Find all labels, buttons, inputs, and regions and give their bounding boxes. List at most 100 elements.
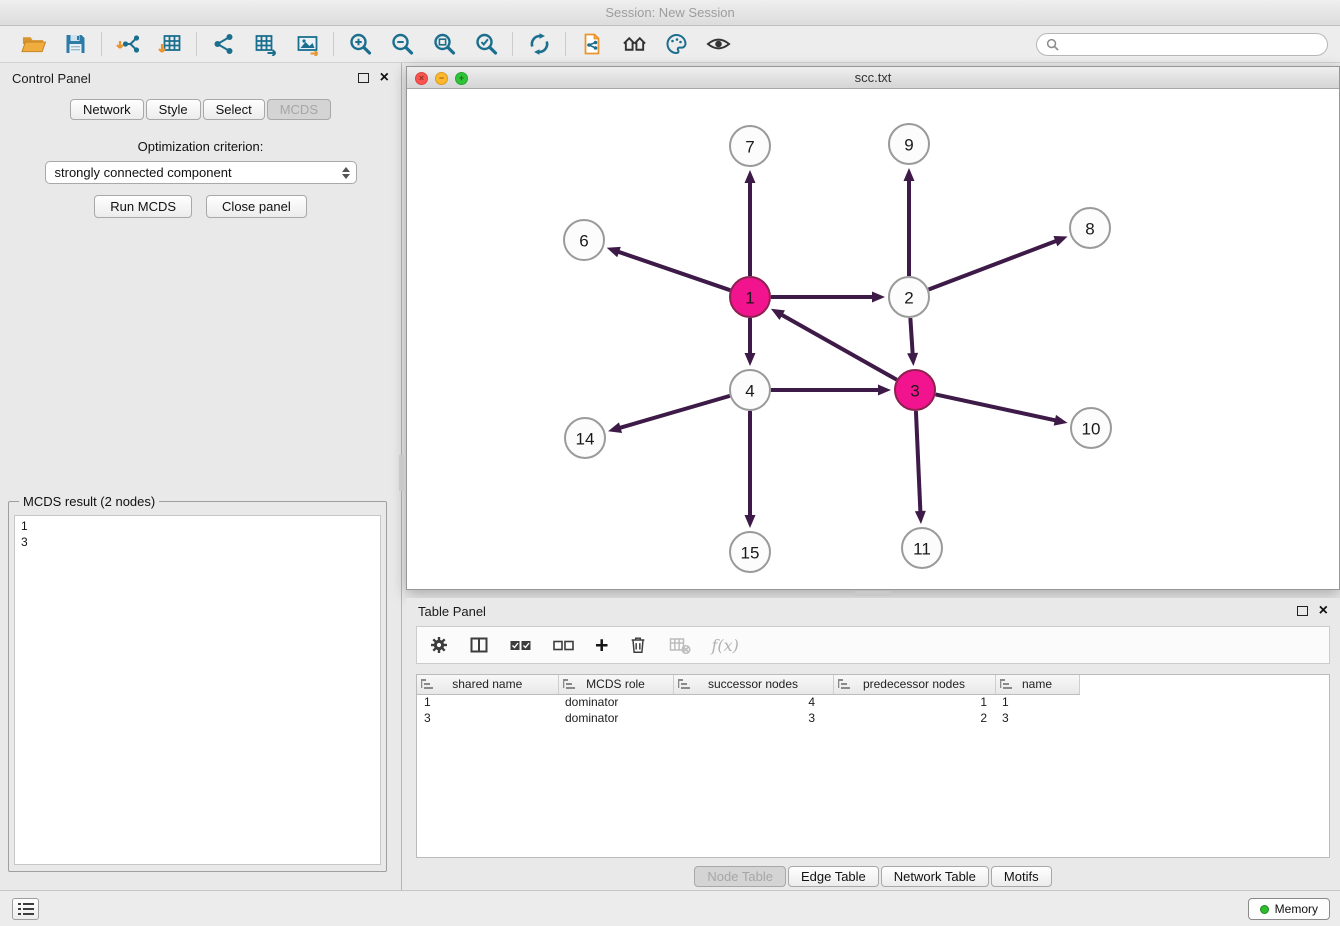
network-window-titlebar[interactable]: × − + scc.txt (407, 67, 1339, 89)
graph-edge-3-1[interactable] (781, 315, 896, 380)
search-input[interactable] (1065, 37, 1318, 52)
vertical-splitter-handle[interactable] (399, 455, 404, 491)
graph-node-label: 14 (576, 430, 595, 449)
graph-edge-3-11[interactable] (916, 411, 920, 512)
show-panels-button[interactable] (12, 898, 39, 920)
show-columns-icon[interactable] (469, 635, 489, 655)
export-table-button[interactable] (244, 29, 286, 59)
graph-edge-arrowhead (915, 511, 926, 524)
deselect-all-icon[interactable] (552, 635, 575, 655)
window-title: Session: New Session (0, 0, 1340, 26)
copy-view-button[interactable] (571, 29, 613, 59)
graph-node-label: 7 (745, 138, 754, 157)
toolbar-separator (565, 32, 566, 56)
table-cell[interactable]: 2 (833, 710, 995, 726)
export-image-button[interactable] (286, 29, 328, 59)
close-panel-icon[interactable]: × (1319, 603, 1328, 619)
function-builder-icon: f(x) (711, 636, 738, 655)
table-cell[interactable]: dominator (558, 694, 673, 710)
search-icon (1046, 38, 1059, 51)
tab-network-table[interactable]: Network Table (881, 866, 989, 887)
network-view-window: × − + scc.txt 7968124314101511 (406, 66, 1340, 590)
apply-layout-button[interactable] (518, 29, 560, 59)
table-cell[interactable]: dominator (558, 710, 673, 726)
table-cell[interactable]: 3 (995, 710, 1079, 726)
tab-mcds[interactable]: MCDS (267, 99, 331, 120)
graph-edge-3-10[interactable] (936, 394, 1056, 420)
import-network-button[interactable] (107, 29, 149, 59)
tab-edge-table[interactable]: Edge Table (788, 866, 879, 887)
minimize-window-icon[interactable]: − (435, 72, 448, 85)
table-row[interactable]: 3 dominator 3 2 3 (417, 710, 1079, 726)
tab-motifs[interactable]: Motifs (991, 866, 1052, 887)
table-cell[interactable]: 1 (833, 694, 995, 710)
graph-edge-arrowhead (745, 353, 756, 366)
run-mcds-button[interactable]: Run MCDS (94, 195, 192, 218)
tab-style[interactable]: Style (146, 99, 201, 120)
column-header-predecessor-nodes[interactable]: predecessor nodes (833, 675, 995, 694)
select-all-icon[interactable] (509, 635, 532, 655)
close-panel-icon[interactable]: × (380, 70, 389, 86)
graph-edge-4-14[interactable] (620, 396, 730, 428)
column-header-mcds-role[interactable]: MCDS role (558, 675, 673, 694)
zoom-selected-button[interactable] (465, 29, 507, 59)
table-cell[interactable]: 3 (417, 710, 558, 726)
network-canvas[interactable]: 7968124314101511 (407, 89, 1339, 589)
style-palette-icon (664, 32, 689, 56)
memory-label: Memory (1275, 902, 1318, 916)
graph-edge-2-3[interactable] (910, 318, 912, 354)
zoom-window-icon[interactable]: + (455, 72, 468, 85)
zoom-fit-button[interactable] (423, 29, 465, 59)
table-header-row: shared name MCDS role successor nodes (417, 675, 1079, 694)
close-panel-button[interactable]: Close panel (206, 195, 307, 218)
style-button[interactable] (655, 29, 697, 59)
graph-edge-arrowhead (1054, 415, 1068, 426)
graph-edge-1-6[interactable] (618, 252, 730, 290)
tab-node-table[interactable]: Node Table (694, 866, 786, 887)
table-cell[interactable]: 1 (995, 694, 1079, 710)
import-table-button[interactable] (149, 29, 191, 59)
column-header-successor-nodes[interactable]: successor nodes (673, 675, 833, 694)
show-hide-button[interactable] (697, 29, 739, 59)
toolbar-separator (101, 32, 102, 56)
graph-node-label: 4 (745, 382, 754, 401)
table-row[interactable]: 1 dominator 4 1 1 (417, 694, 1079, 710)
save-session-button[interactable] (54, 29, 96, 59)
delete-column-icon[interactable] (628, 635, 648, 655)
table-panel: Table Panel × (406, 598, 1340, 890)
graph-node-label: 2 (904, 289, 913, 308)
horizontal-splitter-handle[interactable] (855, 591, 891, 596)
first-neighbors-button[interactable] (613, 29, 655, 59)
criterion-dropdown[interactable]: strongly connected component (45, 161, 357, 184)
application-window: Session: New Session (0, 0, 1340, 926)
float-panel-icon[interactable] (1297, 606, 1308, 616)
zoom-out-button[interactable] (381, 29, 423, 59)
table-cell[interactable]: 3 (673, 710, 833, 726)
table-cell[interactable]: 1 (417, 694, 558, 710)
tab-select[interactable]: Select (203, 99, 265, 120)
column-header-shared-name[interactable]: shared name (417, 675, 558, 694)
table-cell[interactable]: 4 (673, 694, 833, 710)
close-window-icon[interactable]: × (415, 72, 428, 85)
open-session-button[interactable] (12, 29, 54, 59)
export-image-icon (295, 32, 320, 56)
float-panel-icon[interactable] (358, 73, 369, 83)
node-table: shared name MCDS role successor nodes (417, 675, 1080, 726)
graph-edge-2-8[interactable] (929, 241, 1057, 290)
mcds-result-list[interactable]: 1 3 (14, 515, 381, 865)
column-sort-icon (838, 679, 850, 693)
new-network-button[interactable] (202, 29, 244, 59)
column-sort-icon (421, 679, 433, 693)
mcds-result-group: MCDS result (2 nodes) 1 3 (8, 494, 387, 872)
memory-button[interactable]: Memory (1248, 898, 1330, 920)
zoom-in-button[interactable] (339, 29, 381, 59)
tab-network[interactable]: Network (70, 99, 144, 120)
table-settings-gear-icon[interactable] (429, 635, 449, 655)
graph-node-label: 15 (741, 544, 760, 563)
add-column-icon[interactable]: + (595, 634, 608, 657)
node-table-area: shared name MCDS role successor nodes (416, 674, 1330, 858)
graph-edge-arrowhead (1053, 236, 1067, 246)
graph-node-label: 9 (904, 136, 913, 155)
column-header-name[interactable]: name (995, 675, 1079, 694)
search-field[interactable] (1036, 33, 1328, 56)
